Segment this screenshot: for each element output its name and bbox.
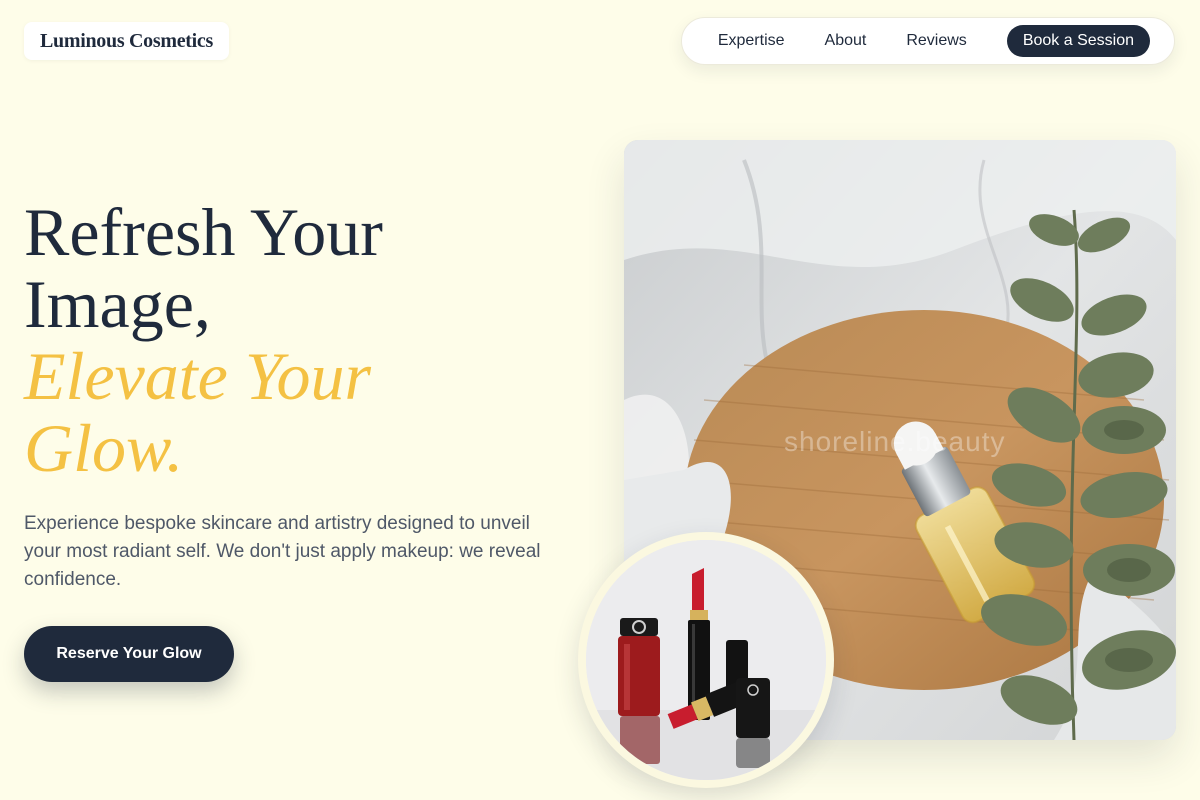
hero-title-line-2: Image,	[24, 266, 211, 342]
nail-polish-icon	[618, 618, 660, 764]
lipstick-illustration	[586, 540, 826, 780]
brand-name: Luminous Cosmetics	[40, 29, 213, 52]
top-nav: Expertise About Reviews Book a Session	[681, 17, 1175, 65]
book-session-button[interactable]: Book a Session	[1006, 25, 1150, 57]
hero-title-line-1: Refresh Your	[24, 194, 383, 270]
hero-accent-line-1: Elevate Your	[24, 338, 371, 414]
nav-link-reviews[interactable]: Reviews	[906, 32, 966, 50]
nav-link-expertise[interactable]: Expertise	[718, 32, 785, 50]
lipstick-product-image	[586, 540, 826, 780]
nav-link-about[interactable]: About	[825, 32, 867, 50]
hero-accent-line-2: Glow.	[24, 410, 184, 486]
hero-title: Refresh Your Image, Elevate Your Glow.	[24, 196, 584, 484]
brand-logo[interactable]: Luminous Cosmetics	[24, 22, 229, 60]
hero-description: Experience bespoke skincare and artistry…	[24, 513, 541, 590]
lipstick-image-frame	[578, 532, 834, 788]
image-watermark: shoreline.beauty	[784, 426, 1006, 457]
reserve-glow-button[interactable]: Reserve Your Glow	[24, 626, 234, 682]
